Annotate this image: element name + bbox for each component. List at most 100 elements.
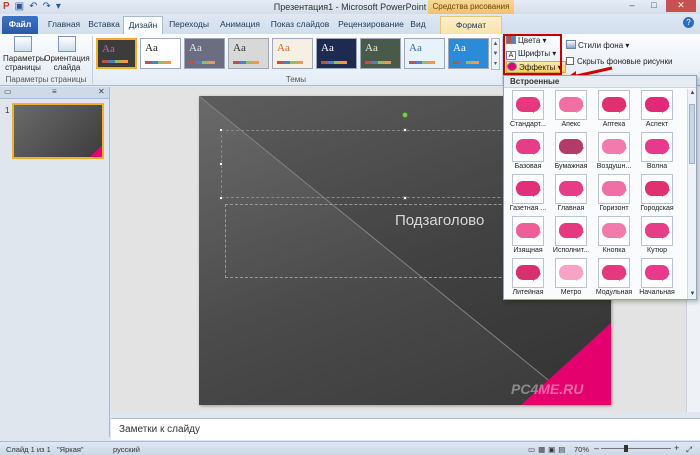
theme-thumbnail[interactable]: Aa [360, 38, 401, 69]
effect-option[interactable]: Изящная [507, 216, 549, 257]
page-setup-button[interactable]: Параметры страницы [3, 36, 46, 72]
effect-preview-icon [555, 174, 587, 204]
dropdown-scrollbar[interactable]: ▲ ▼ [687, 89, 696, 299]
slides-tab-icon[interactable]: ▭ [4, 87, 12, 96]
scroll-down-icon[interactable]: ▼ [688, 290, 697, 299]
effect-option[interactable]: Литейная [507, 258, 549, 299]
effect-option[interactable]: Горизонт [593, 174, 635, 215]
background-styles-button[interactable]: Стили фона ▾ [566, 40, 629, 52]
themes-scroll[interactable]: ▲ ▼ ▾ [491, 38, 500, 70]
help-icon[interactable]: ? [683, 17, 694, 28]
effect-label: Литейная [512, 289, 544, 296]
close-window-button[interactable]: ✕ [666, 0, 696, 12]
effect-option[interactable]: Аспект [636, 90, 678, 131]
language[interactable]: русский [113, 445, 140, 454]
effect-option[interactable]: Городская [636, 174, 678, 215]
themes-group-label: Темы [285, 75, 307, 84]
subtitle-text[interactable]: Подзаголово [395, 212, 484, 229]
tab-review[interactable]: Рецензирование [334, 16, 408, 34]
effect-option[interactable]: Модульная [593, 258, 635, 299]
effect-option[interactable]: Базовая [507, 132, 549, 173]
maximize-button[interactable]: □ [644, 0, 664, 12]
tab-view[interactable]: Вид [408, 16, 428, 34]
theme-color-bar [321, 61, 347, 64]
tab-design[interactable]: Дизайн [123, 16, 163, 34]
effect-preview-icon [641, 216, 673, 246]
zoom-in-icon[interactable]: + [674, 443, 679, 453]
effect-preview-icon [598, 132, 630, 162]
slides-pane: ▭ ≡ ✕ 1 [0, 87, 110, 437]
effect-label: Аптека [602, 121, 626, 128]
effect-preview-icon [641, 132, 673, 162]
resize-handle[interactable] [219, 162, 223, 166]
effect-label: Горизонт [599, 205, 629, 212]
effect-label: Метро [560, 289, 582, 296]
effect-option[interactable]: Кутюр [636, 216, 678, 257]
minimize-button[interactable]: – [622, 0, 642, 12]
theme-color-bar [277, 61, 303, 64]
effect-option[interactable]: Апекс [550, 90, 592, 131]
resize-handle[interactable] [403, 196, 407, 200]
theme-sample-text: Aa [277, 42, 290, 54]
theme-thumbnail[interactable]: Aa [272, 38, 313, 69]
effect-label: Исполнит... [552, 247, 590, 254]
zoom-out-icon[interactable]: – [594, 443, 599, 453]
theme-thumbnail[interactable]: Aa [184, 38, 225, 69]
zoom-level[interactable]: 70% [574, 445, 589, 454]
effect-option[interactable]: Стандарт... [507, 90, 549, 131]
effect-label: Начальная [639, 289, 675, 296]
effect-option[interactable]: Кнопка [593, 216, 635, 257]
slide-thumbnail[interactable] [12, 103, 104, 159]
effect-option[interactable]: Исполнит... [550, 216, 592, 257]
outline-tab-icon[interactable]: ≡ [52, 87, 57, 96]
theme-thumbnail[interactable]: Aa [140, 38, 181, 69]
effect-option[interactable]: Газетная ... [507, 174, 549, 215]
close-pane-icon[interactable]: ✕ [98, 87, 105, 96]
tab-insert[interactable]: Вставка [86, 16, 122, 34]
effect-preview-icon [555, 258, 587, 288]
theme-thumbnail[interactable]: Aa [404, 38, 445, 69]
zoom-slider-knob[interactable] [624, 445, 628, 452]
fit-window-icon[interactable]: ⤢ [686, 445, 692, 455]
effect-option[interactable]: Главная [550, 174, 592, 215]
theme-name[interactable]: "Яркая" [57, 445, 84, 454]
effect-label: Модульная [595, 289, 633, 296]
slide-count: Слайд 1 из 1 [6, 445, 51, 454]
effect-preview-icon [555, 90, 587, 120]
zoom-slider[interactable] [601, 448, 671, 449]
effect-preview-icon [512, 132, 544, 162]
theme-color-bar [409, 61, 435, 64]
effect-option[interactable]: Бумажная [550, 132, 592, 173]
tab-slideshow[interactable]: Показ слайдов [268, 16, 332, 34]
theme-sample-text: Aa [189, 42, 202, 54]
scroll-thumb[interactable] [689, 104, 695, 164]
effect-option[interactable]: Волна [636, 132, 678, 173]
view-buttons[interactable]: ▭▦▣▤ [528, 445, 568, 454]
effect-option[interactable]: Начальная [636, 258, 678, 299]
resize-handle[interactable] [219, 128, 223, 132]
slide-orientation-button[interactable]: Ориентация слайда [44, 36, 90, 72]
resize-handle[interactable] [219, 196, 223, 200]
theme-thumbnail[interactable]: Aa [228, 38, 269, 69]
notes-pane[interactable]: Заметки к слайду [111, 418, 700, 440]
effect-option[interactable]: Метро [550, 258, 592, 299]
resize-handle[interactable] [403, 128, 407, 132]
theme-sample-text: Aa [145, 42, 158, 54]
effect-option[interactable]: Воздушн... [593, 132, 635, 173]
tab-animation[interactable]: Анимация [214, 16, 266, 34]
tab-format[interactable]: Формат [440, 16, 502, 34]
theme-thumbnail[interactable]: Aa [316, 38, 357, 69]
tab-transitions[interactable]: Переходы [166, 16, 212, 34]
theme-color-bar [145, 61, 171, 64]
effect-label: Бумажная [554, 163, 588, 170]
scroll-up-icon[interactable]: ▲ [688, 89, 697, 98]
effect-option[interactable]: Аптека [593, 90, 635, 131]
theme-color-bar [233, 61, 259, 64]
theme-thumbnail[interactable]: Aa [96, 38, 137, 69]
tab-home[interactable]: Главная [42, 16, 86, 34]
effect-preview-icon [598, 174, 630, 204]
tab-file[interactable]: Файл [2, 16, 38, 34]
effect-preview-icon [641, 174, 673, 204]
theme-thumbnail[interactable]: Aa [448, 38, 489, 69]
rotation-handle[interactable] [402, 112, 408, 118]
